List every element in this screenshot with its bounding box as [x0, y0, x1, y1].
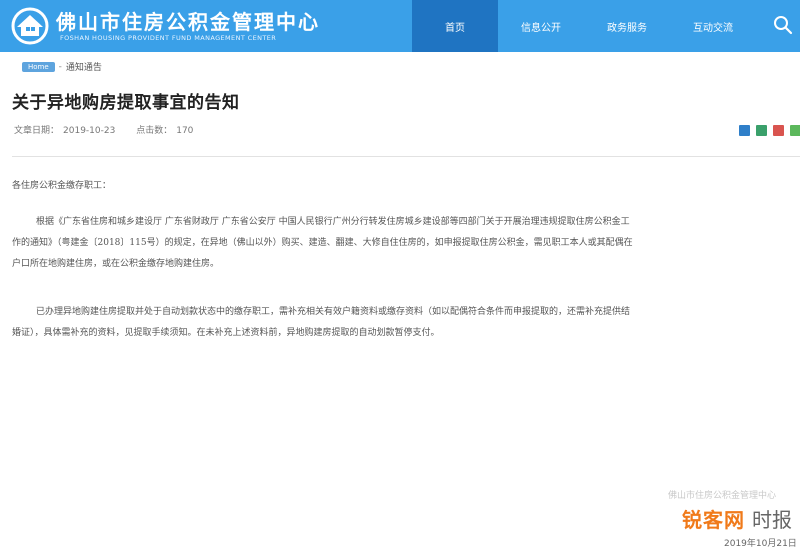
paragraph-1: 根据《广东省住房和城乡建设厅 广东省财政厅 广东省公安厅 中国人民银行广州分行转…: [12, 212, 800, 275]
site-subtitle: FOSHAN HOUSING PROVIDENT FUND MANAGEMENT…: [60, 34, 277, 42]
breadcrumb: Home - 通知通告: [22, 60, 102, 73]
qq-icon[interactable]: [790, 125, 800, 136]
watermark-brand: 锐客网: [682, 508, 745, 532]
article-title: 关于异地购房提取事宜的告知: [12, 93, 240, 113]
paragraph-2: 已办理异地购建住房提取并处于自动划款状态中的缴存职工，需补充相关有效户籍资料或缴…: [12, 302, 800, 344]
wechat-icon[interactable]: [756, 125, 767, 136]
clicks-label: 点击数：: [136, 126, 173, 136]
article-date: 2019-10-23: [63, 126, 116, 136]
paragraph-2-line-2: 婚证），具体需补充的资料，见提取手续须知。在未补充上述资料前，异地购建房提取的自…: [12, 328, 440, 338]
paragraph-1-line-1: 根据《广东省住房和城乡建设厅 广东省财政厅 广东省公安厅 中国人民银行广州分行转…: [36, 217, 630, 227]
paragraph-1-line-3: 户口所在地购建住房，或在公积金缴存地购建住房。: [12, 259, 220, 269]
divider: [12, 156, 800, 157]
watermark-date: 2019年10月21日: [724, 539, 797, 549]
house-logo-icon: [11, 7, 49, 45]
nav-home[interactable]: 首页: [412, 0, 498, 52]
paragraph-1-line-2: 作的通知》（粤建金〔2018〕115号）的规定，在异地（佛山以外）购买、建造、翻…: [12, 238, 633, 248]
weibo-icon[interactable]: [773, 125, 784, 136]
paragraph-2-line-1: 已办理异地购建住房提取并处于自动划款状态中的缴存职工，需补充相关有效户籍资料或缴…: [36, 307, 631, 317]
share-icon[interactable]: [739, 125, 750, 136]
nav-interaction[interactable]: 互动交流: [670, 0, 756, 52]
date-label: 文章日期：: [14, 126, 60, 136]
search-icon[interactable]: [772, 14, 794, 36]
nav-gov-service[interactable]: 政务服务: [584, 0, 670, 52]
watermark-stamp: 佛山市住房公积金管理中心: [668, 491, 777, 501]
breadcrumb-current[interactable]: 通知通告: [66, 60, 102, 73]
site-title[interactable]: 佛山市住房公积金管理中心: [56, 6, 320, 35]
click-count: 170: [176, 126, 194, 136]
site-header: 佛山市住房公积金管理中心 FOSHAN HOUSING PROVIDENT FU…: [0, 0, 800, 52]
article-meta: 文章日期： 2019-10-23 点击数： 170: [14, 123, 197, 136]
nav-info-disclosure[interactable]: 信息公开: [498, 0, 584, 52]
watermark-time: 时报: [752, 508, 792, 532]
greeting: 各住房公积金缴存职工：: [12, 181, 112, 191]
breadcrumb-home[interactable]: Home: [22, 61, 55, 72]
breadcrumb-separator: -: [58, 61, 62, 72]
